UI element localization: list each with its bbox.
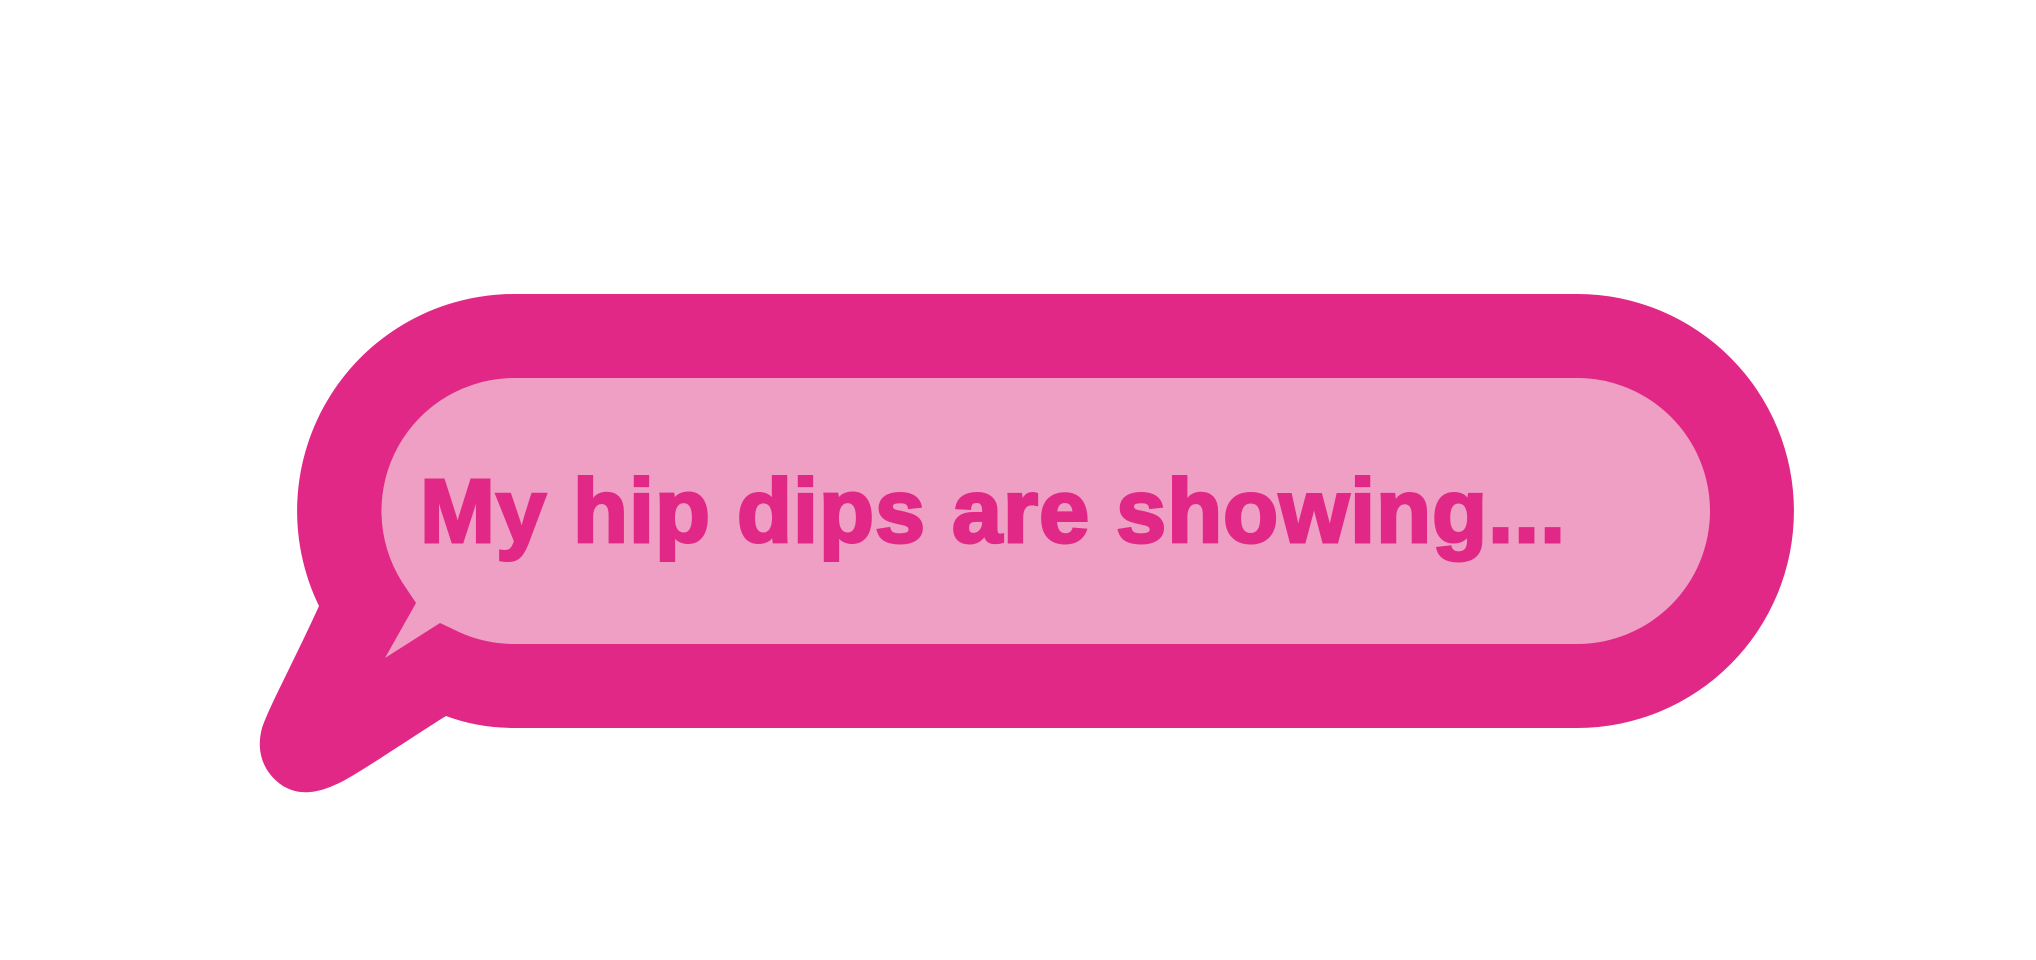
speech-bubble-text: My hip dips are showing... <box>419 462 1567 562</box>
speech-bubble-graphic: My hip dips are showing... <box>0 0 2036 960</box>
